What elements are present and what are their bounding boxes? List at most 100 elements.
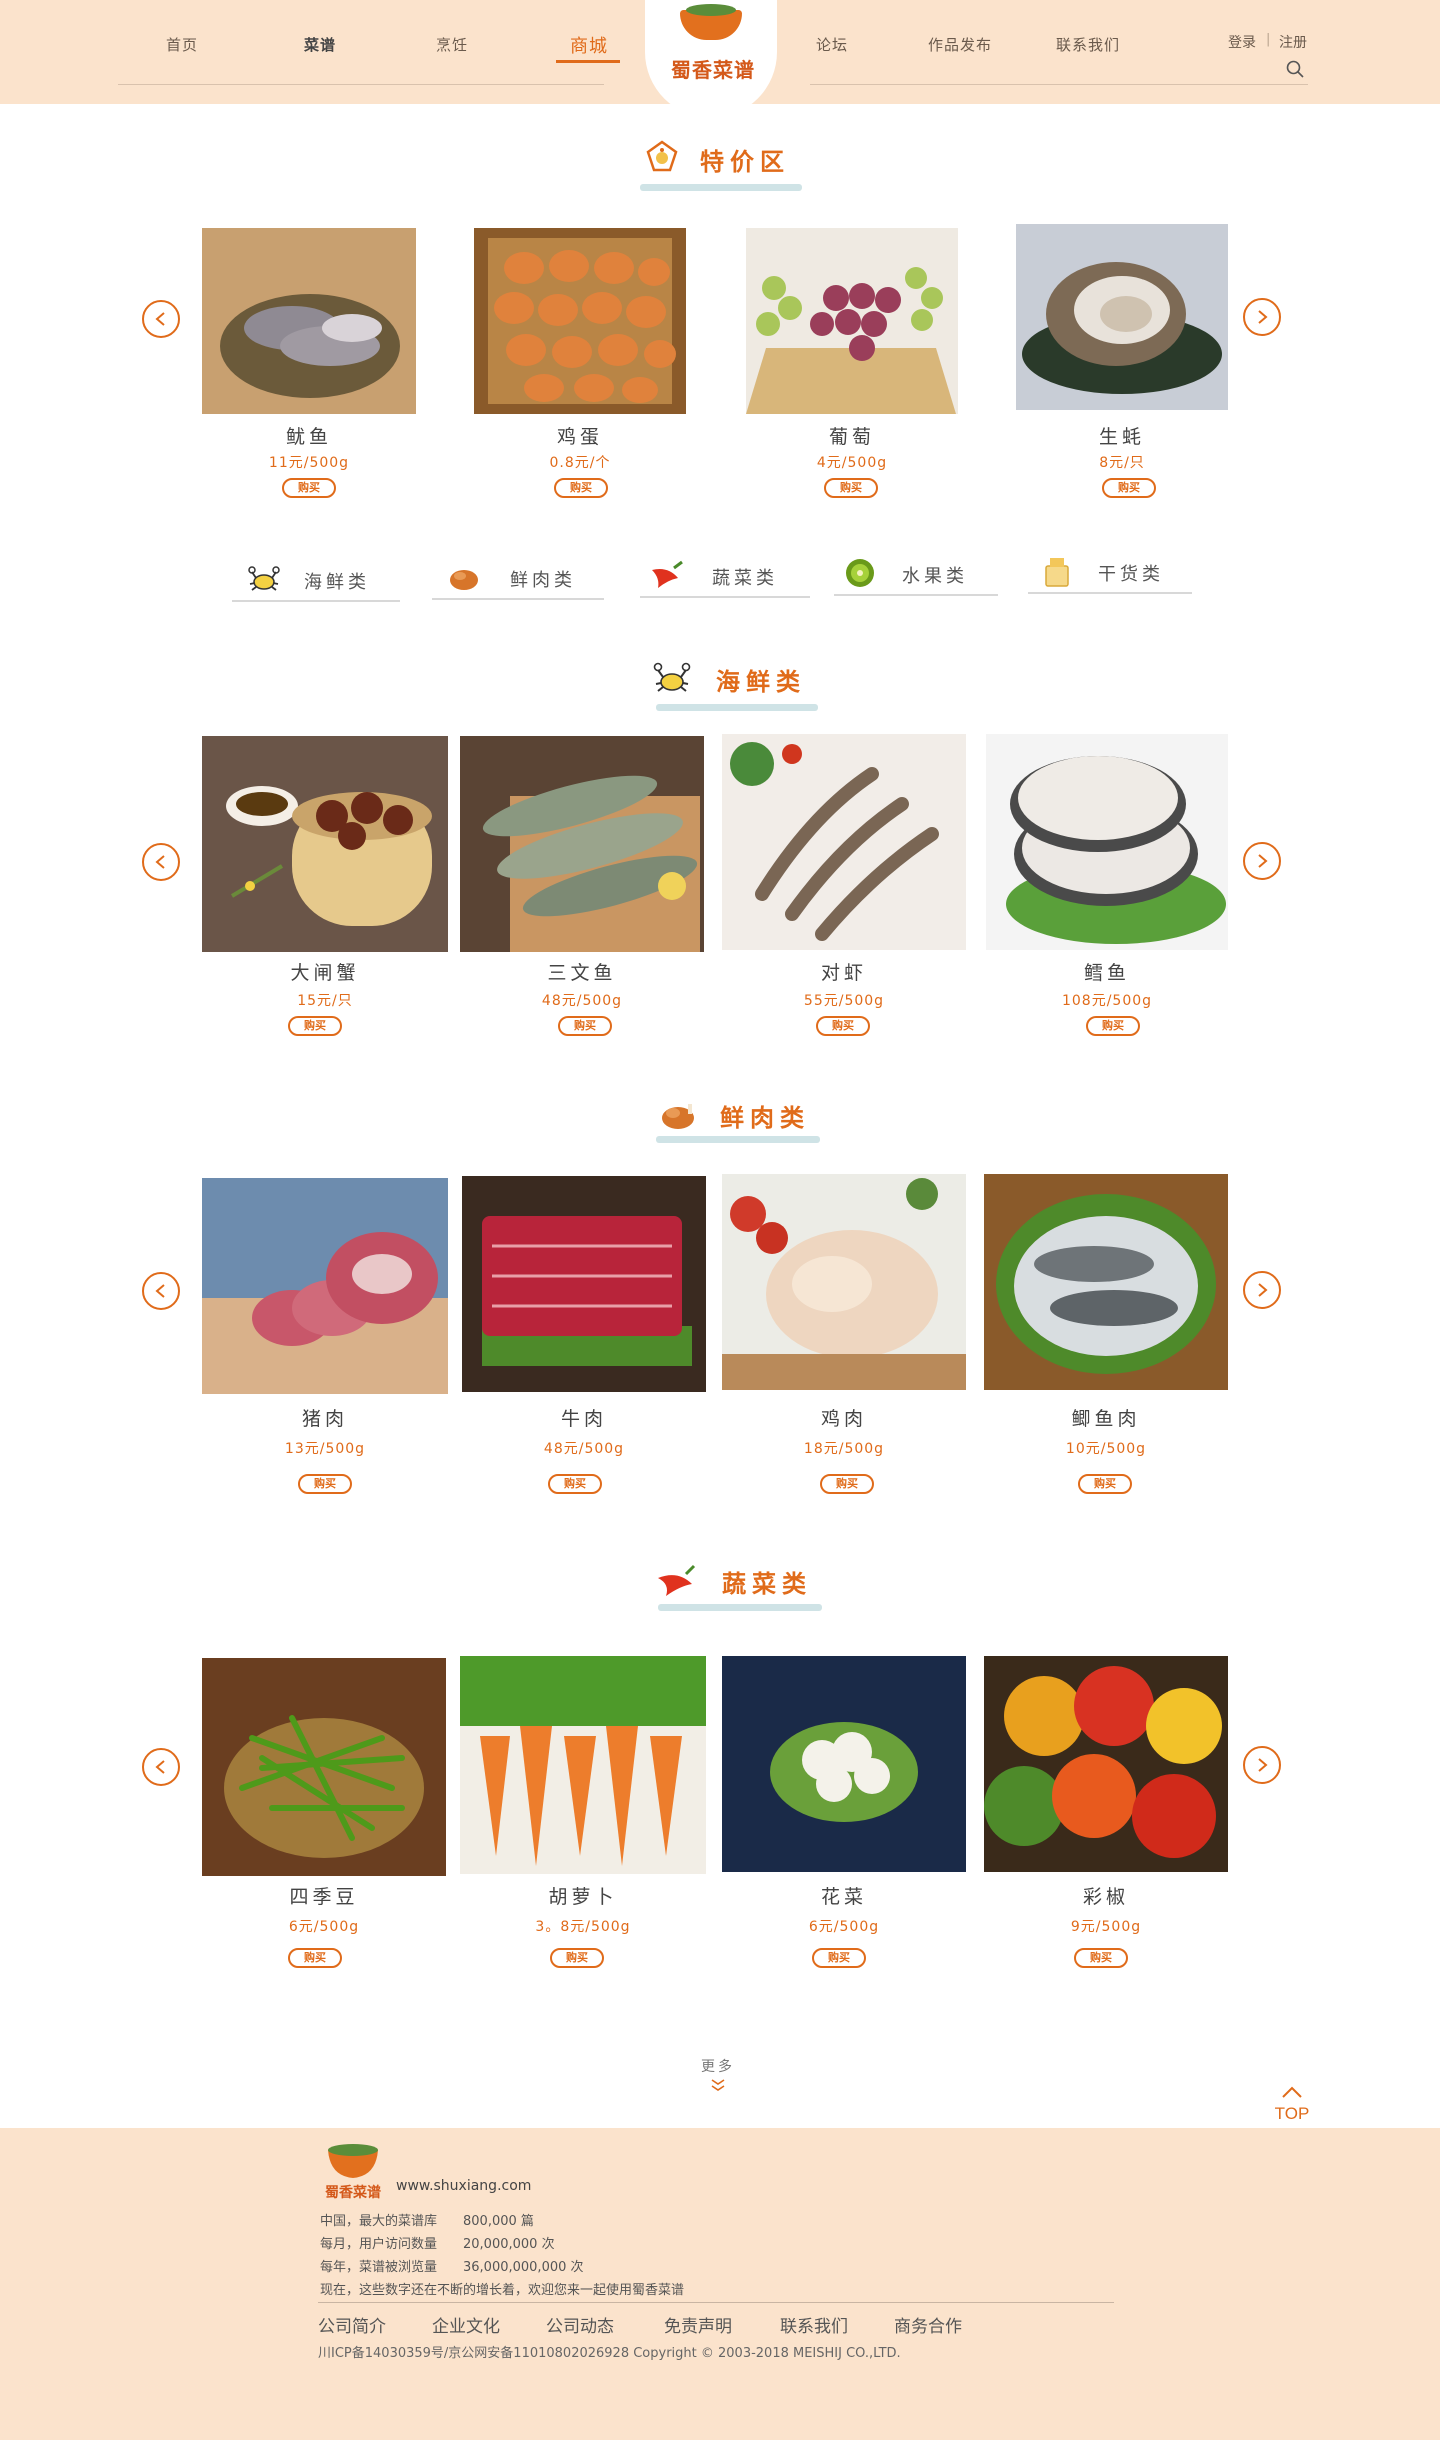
buy-button[interactable]: 购买 [820, 1474, 874, 1494]
meat-prev-arrow[interactable] [142, 1272, 180, 1310]
product-image-chicken[interactable] [722, 1174, 966, 1390]
buy-button[interactable]: 购买 [288, 1948, 342, 1968]
product-image-salmon[interactable] [460, 736, 704, 952]
product-name[interactable]: 鳕鱼 [986, 958, 1228, 985]
product-name[interactable]: 大闸蟹 [202, 958, 448, 985]
nav-home[interactable]: 首页 [166, 34, 198, 55]
buy-button[interactable]: 购买 [554, 478, 608, 498]
product-name[interactable]: 四季豆 [202, 1882, 446, 1909]
buy-button[interactable]: 购买 [550, 1948, 604, 1968]
nav-divider-right [810, 84, 1308, 85]
nav-contact[interactable]: 联系我们 [1056, 34, 1120, 55]
category-tab-meat[interactable]: 鲜肉类 [432, 554, 604, 600]
product-name[interactable]: 对虾 [722, 958, 966, 985]
footer-url[interactable]: www.shuxiang.com [396, 2178, 531, 2194]
login-separator: | [1266, 32, 1271, 47]
buy-button[interactable]: 购买 [816, 1016, 870, 1036]
seafood-title-text: 海鲜类 [716, 668, 806, 696]
search-icon[interactable] [1286, 60, 1304, 78]
product-name[interactable]: 花菜 [722, 1882, 966, 1909]
special-prev-arrow[interactable] [142, 300, 180, 338]
seafood-prev-arrow[interactable] [142, 843, 180, 881]
footer-link-disclaimer[interactable]: 免责声明 [664, 2312, 732, 2337]
product-image-crucian-carp[interactable] [984, 1174, 1228, 1390]
footer-link-about[interactable]: 公司简介 [318, 2312, 386, 2337]
product-image-oyster[interactable] [1016, 224, 1228, 410]
buy-button[interactable]: 购买 [548, 1474, 602, 1494]
product-name[interactable]: 牛肉 [462, 1404, 706, 1431]
product-name[interactable]: 彩椒 [984, 1882, 1228, 1909]
buy-button[interactable]: 购买 [282, 478, 336, 498]
category-tab-vegetable[interactable]: 蔬菜类 [640, 552, 810, 598]
product-name[interactable]: 鱿鱼 [202, 422, 416, 449]
buy-button[interactable]: 购买 [824, 478, 878, 498]
vegetable-prev-arrow[interactable] [142, 1748, 180, 1786]
buy-button[interactable]: 购买 [298, 1474, 352, 1494]
product-name[interactable]: 三文鱼 [460, 958, 704, 985]
product-image-eggs[interactable] [474, 228, 686, 414]
buy-button[interactable]: 购买 [558, 1016, 612, 1036]
category-label: 干货类 [1098, 564, 1164, 585]
nav-publish[interactable]: 作品发布 [928, 34, 992, 55]
title-underline [656, 704, 818, 711]
category-label: 海鲜类 [304, 572, 370, 593]
footer-link-business[interactable]: 商务合作 [894, 2312, 962, 2337]
buy-button[interactable]: 购买 [1102, 478, 1156, 498]
buy-button[interactable]: 购买 [1086, 1016, 1140, 1036]
register-link[interactable]: 注册 [1279, 32, 1307, 52]
product-image-bell-pepper[interactable] [984, 1656, 1228, 1872]
vegetable-next-arrow[interactable] [1243, 1746, 1281, 1784]
product-image-green-beans[interactable] [202, 1658, 446, 1876]
product-price: 11元/500g [268, 455, 350, 471]
roast-chicken-icon [662, 1104, 694, 1129]
chevron-left-icon [155, 312, 165, 326]
product-price: 108元/500g [1061, 993, 1153, 1009]
product-price: 8元/只 [1099, 455, 1145, 471]
product-image-pork[interactable] [202, 1178, 448, 1394]
buy-button[interactable]: 购买 [812, 1948, 866, 1968]
buy-button[interactable]: 购买 [1074, 1948, 1128, 1968]
product-image-cod[interactable] [986, 734, 1228, 950]
buy-button[interactable]: 购买 [288, 1016, 342, 1036]
product-image-beef[interactable] [462, 1176, 706, 1392]
product-name[interactable]: 鲫鱼肉 [984, 1404, 1228, 1431]
footer-logo-text: 蜀香菜谱 [325, 2185, 381, 2201]
category-tab-dried[interactable]: 干货类 [1028, 548, 1192, 594]
footer-link-culture[interactable]: 企业文化 [432, 2312, 500, 2337]
crab-icon [653, 662, 691, 692]
product-image-cauliflower[interactable] [722, 1656, 966, 1872]
back-to-top-button[interactable]: TOP [1270, 2084, 1314, 2124]
footer-link-news[interactable]: 公司动态 [546, 2312, 614, 2337]
buy-button[interactable]: 购买 [1078, 1474, 1132, 1494]
product-name[interactable]: 葡萄 [746, 422, 958, 449]
more-link[interactable]: 更多 [690, 2056, 746, 2076]
double-chevron-down-icon[interactable] [708, 2078, 728, 2092]
nav-mall[interactable]: 商城 [570, 32, 608, 58]
seafood-next-arrow[interactable] [1243, 842, 1281, 880]
product-image-hairy-crab[interactable] [202, 736, 448, 952]
footer-link-contact[interactable]: 联系我们 [780, 2312, 848, 2337]
product-price: 3。8元/500g [535, 1919, 631, 1935]
category-tab-fruit[interactable]: 水果类 [834, 550, 998, 596]
logo-text: 蜀香菜谱 [671, 58, 755, 82]
product-name[interactable]: 鸡肉 [722, 1404, 966, 1431]
product-name[interactable]: 猪肉 [202, 1404, 448, 1431]
footer-copyright: 川ICP备14030359号/京公网安备11010802026928 Copyr… [318, 2346, 901, 2361]
product-name[interactable]: 胡萝卜 [460, 1882, 706, 1909]
login-link[interactable]: 登录 [1228, 32, 1256, 52]
product-name[interactable]: 鸡蛋 [474, 422, 686, 449]
nav-forum[interactable]: 论坛 [816, 34, 848, 55]
product-name[interactable]: 生蚝 [1016, 422, 1228, 449]
nav-cooking[interactable]: 烹饪 [436, 34, 468, 55]
product-image-prawn[interactable] [722, 734, 966, 950]
special-section-title: 特价区 [640, 138, 810, 191]
chevron-right-icon [1258, 854, 1268, 868]
nav-recipes[interactable]: 菜谱 [304, 34, 336, 55]
product-image-carrot[interactable] [460, 1656, 706, 1874]
price-tag-icon [646, 140, 678, 172]
meat-next-arrow[interactable] [1243, 1271, 1281, 1309]
product-image-squid[interactable] [202, 228, 416, 414]
category-tab-seafood[interactable]: 海鲜类 [232, 556, 400, 602]
special-next-arrow[interactable] [1243, 298, 1281, 336]
product-image-grapes[interactable] [746, 228, 958, 414]
